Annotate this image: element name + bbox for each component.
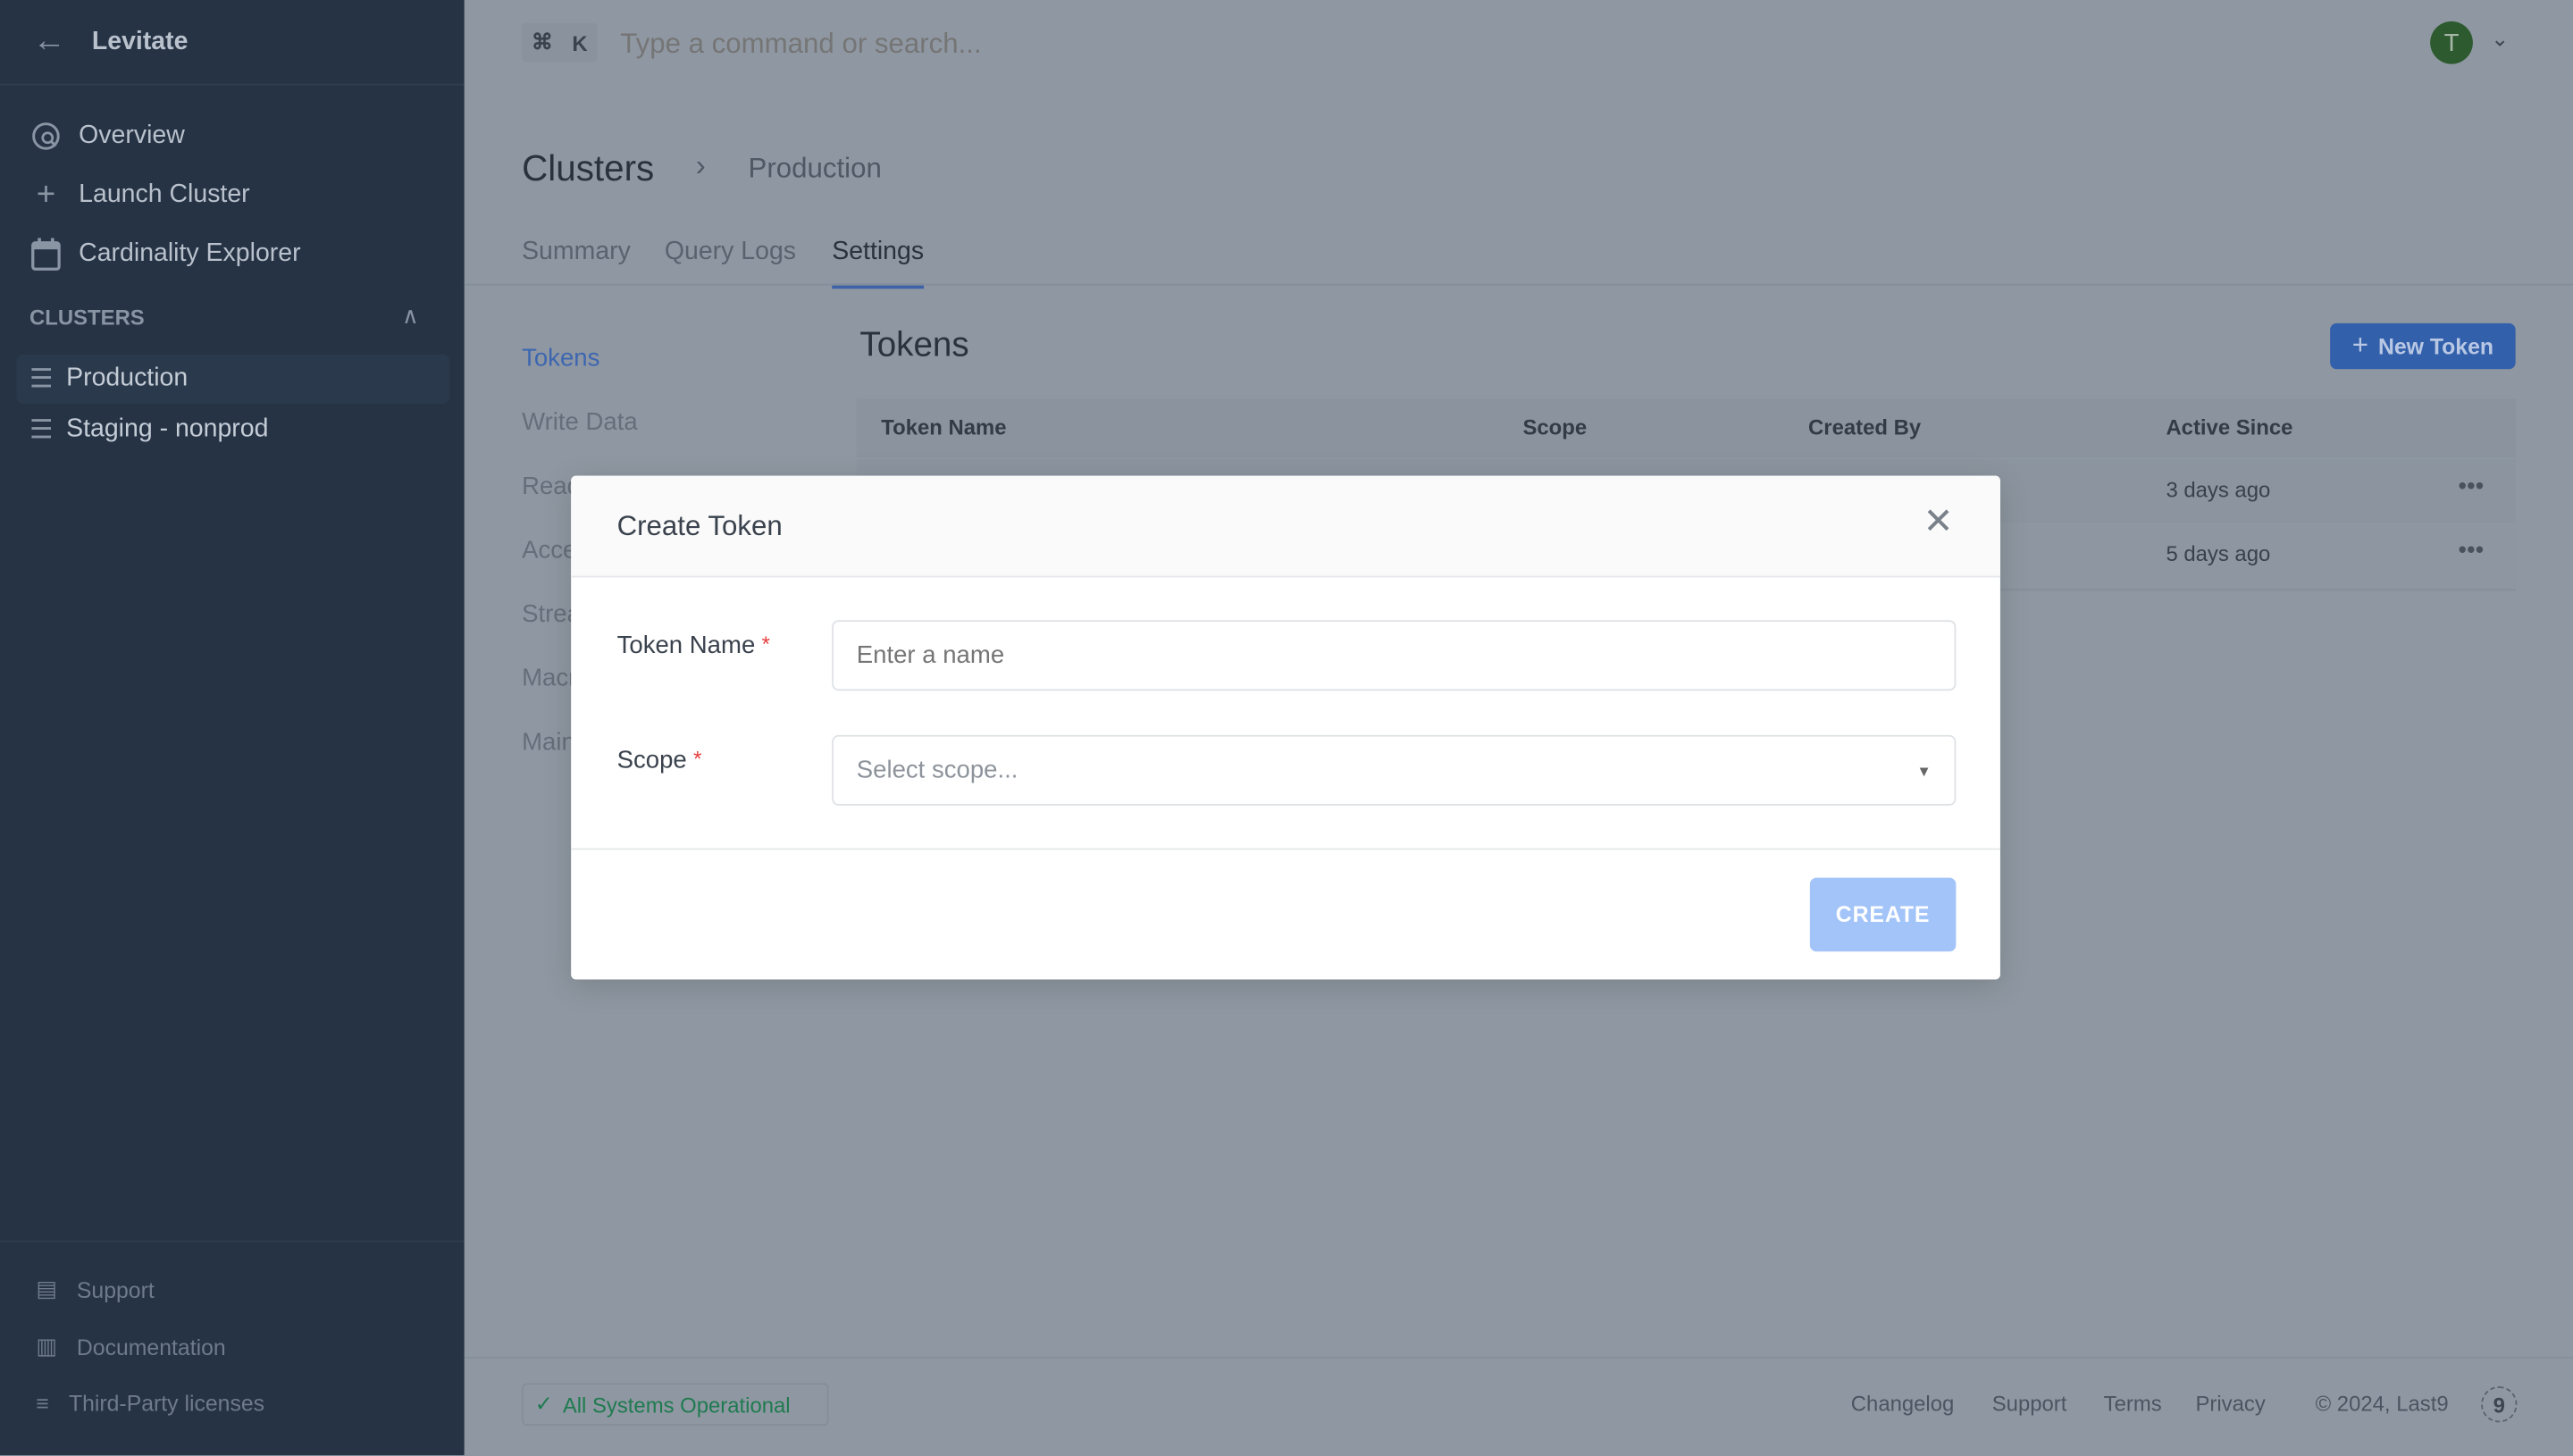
modal-title: Create Token — [616, 510, 783, 542]
list-icon: ≡ — [36, 1391, 49, 1417]
tab-summary[interactable]: Summary — [522, 238, 631, 283]
label-text: Scope — [616, 746, 687, 774]
cluster-label: Production — [66, 364, 189, 392]
modal-footer-divider — [571, 848, 2000, 850]
sidebar-licenses-link[interactable]: ≡ Third-Party licenses — [36, 1392, 264, 1417]
user-avatar[interactable]: T — [2430, 21, 2473, 64]
sidebar-support-link[interactable]: ▤ Support — [36, 1276, 154, 1302]
divider — [0, 1240, 465, 1243]
command-shortcut: ⌘ K — [522, 22, 598, 63]
footer-link-changelog[interactable]: Changelog — [1851, 1392, 1955, 1417]
footer-divider — [464, 1356, 2573, 1359]
collapse-chevron-up-icon[interactable]: ∧ — [402, 302, 419, 330]
calendar-icon — [29, 238, 63, 271]
sidebar-item-overview[interactable]: Overview — [29, 116, 185, 155]
sidebar-item-label: Cardinality Explorer — [79, 239, 301, 268]
sidebar-item-label: Overview — [79, 121, 185, 150]
check-icon: ✓ — [534, 1391, 553, 1417]
modal-header: Create Token ✕ — [571, 475, 2000, 578]
footer-link-terms[interactable]: Terms — [2104, 1392, 2162, 1417]
active-since-cell: 3 days ago — [2166, 477, 2271, 503]
label-text: Token Name — [616, 632, 756, 660]
column-header-token-name[interactable]: Token Name — [881, 415, 1006, 440]
footer-link-support[interactable]: Support — [1992, 1392, 2067, 1417]
sidebar-item-launch-cluster[interactable]: + Launch Cluster — [29, 176, 250, 215]
tab-query-logs[interactable]: Query Logs — [665, 238, 796, 283]
tab-settings[interactable]: Settings — [832, 238, 925, 289]
tabs-divider — [464, 283, 2573, 286]
token-name-label: Token Name * — [617, 632, 770, 659]
new-token-button[interactable]: + New Token — [2330, 322, 2516, 370]
button-label: New Token — [2377, 333, 2494, 359]
create-button[interactable]: CREATE — [1809, 877, 1957, 952]
scope-label: Scope * — [617, 747, 702, 774]
link-label: Documentation — [76, 1335, 226, 1360]
settings-nav-write-data[interactable]: Write Data — [522, 408, 638, 436]
scope-placeholder: Select scope... — [856, 756, 1018, 784]
server-stack-icon: ☰ — [29, 416, 54, 445]
chevron-down-icon[interactable]: ⌄ — [2491, 26, 2509, 52]
column-header-active-since[interactable]: Active Since — [2166, 415, 2292, 440]
create-token-modal: Create Token ✕ Token Name* Scope* Select… — [571, 475, 2000, 980]
app-name: Levitate — [91, 28, 189, 56]
link-label: Third-Party licenses — [68, 1391, 265, 1417]
breadcrumb-chevron-icon: › — [695, 149, 706, 182]
tokens-title: Tokens — [859, 326, 969, 364]
status-text: All Systems Operational — [562, 1392, 791, 1417]
more-options-icon[interactable]: ••• — [2458, 473, 2484, 500]
sidebar-documentation-link[interactable]: ▥ Documentation — [36, 1334, 225, 1360]
sidebar-item-label: Launch Cluster — [79, 180, 250, 209]
last9-logo-icon: 9 — [2481, 1386, 2518, 1423]
token-name-input[interactable] — [832, 620, 1957, 691]
chat-icon: ▤ — [36, 1276, 57, 1301]
settings-nav-tokens[interactable]: Tokens — [522, 345, 599, 372]
scope-select[interactable]: Select scope... ▼ — [832, 734, 1957, 806]
copyright: © 2024, Last9 — [2315, 1391, 2449, 1417]
overview-icon — [29, 120, 63, 153]
link-label: Support — [76, 1276, 155, 1302]
cluster-item-production[interactable]: ☰ Production — [16, 354, 450, 404]
sidebar-header: ← Levitate — [0, 0, 465, 86]
breadcrumb-current: Production — [748, 152, 882, 184]
column-header-created-by[interactable]: Created By — [1808, 415, 1921, 440]
book-icon: ▥ — [36, 1334, 57, 1359]
dropdown-caret-icon: ▼ — [1916, 762, 1932, 779]
cluster-label: Staging - nonprod — [66, 414, 269, 443]
command-search-input[interactable] — [616, 20, 1773, 70]
more-options-icon[interactable]: ••• — [2458, 537, 2484, 565]
cmd-key: ⌘ — [531, 29, 553, 54]
system-status-badge[interactable]: ✓ All Systems Operational — [522, 1383, 829, 1427]
clusters-section-title: CLUSTERS — [29, 305, 145, 331]
back-arrow-icon[interactable]: ← — [33, 23, 66, 61]
footer-link-privacy[interactable]: Privacy — [2196, 1392, 2266, 1417]
plus-icon: + — [36, 176, 56, 213]
active-since-cell: 5 days ago — [2166, 541, 2271, 566]
sidebar-item-cardinality-explorer[interactable]: Cardinality Explorer — [29, 235, 301, 274]
server-stack-icon: ☰ — [29, 365, 54, 394]
required-asterisk: * — [761, 632, 770, 657]
cluster-item-staging[interactable]: ☰ Staging - nonprod — [16, 406, 449, 455]
breadcrumb-root[interactable]: Clusters — [522, 147, 654, 190]
plus-icon: + — [2351, 330, 2368, 362]
required-asterisk: * — [693, 746, 702, 772]
close-icon[interactable]: ✕ — [1923, 503, 1954, 540]
sidebar: ← Levitate Overview + Launch Cluster Car… — [0, 0, 465, 1456]
column-header-scope[interactable]: Scope — [1522, 415, 1587, 440]
k-key: K — [572, 29, 588, 55]
